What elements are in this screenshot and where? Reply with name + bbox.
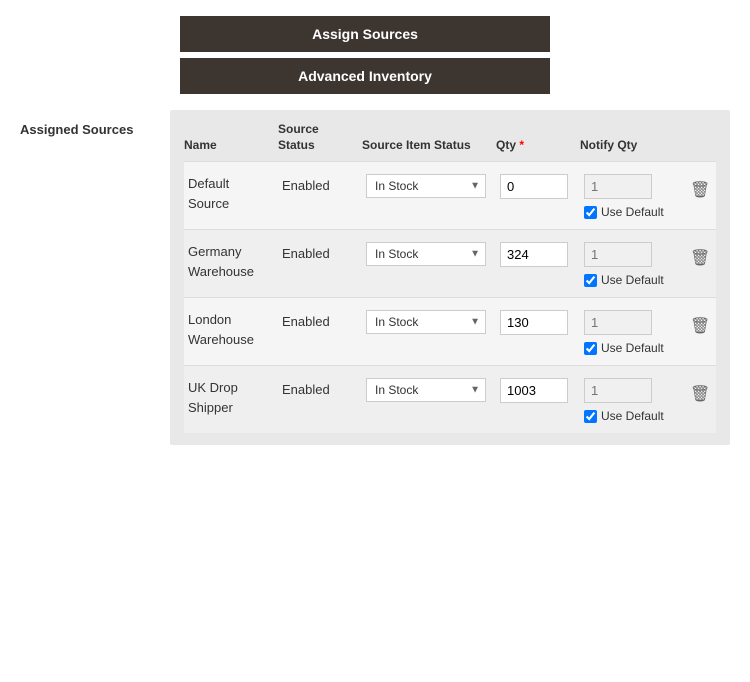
- table-rows-container: DefaultSource Enabled In StockOut of Stock…: [184, 161, 716, 433]
- source-name-line1: Germany: [188, 242, 270, 262]
- qty-input[interactable]: [500, 174, 568, 199]
- delete-source-button[interactable]: 🗑: [688, 312, 710, 340]
- source-status-value: Enabled: [282, 174, 354, 193]
- table-row: DefaultSource Enabled In StockOut of Stock…: [184, 161, 716, 229]
- col-header-notify-qty: Notify Qty: [580, 138, 680, 154]
- table-header: Name Source Status Source Item Status Qt…: [184, 122, 716, 161]
- notify-qty-cell[interactable]: Use Default: [580, 240, 680, 289]
- section-label: Assigned Sources: [20, 110, 170, 445]
- assign-sources-button[interactable]: Assign Sources: [180, 16, 550, 52]
- source-name-line2: Shipper: [188, 398, 270, 418]
- table-row: GermanyWarehouse Enabled In StockOut of St…: [184, 229, 716, 297]
- use-default-label: Use Default: [601, 273, 664, 287]
- source-name-line1: London: [188, 310, 270, 330]
- source-status-cell: Enabled: [278, 172, 358, 195]
- qty-cell[interactable]: [496, 172, 576, 201]
- qty-cell[interactable]: [496, 308, 576, 337]
- use-default-label: Use Default: [601, 341, 664, 355]
- source-name-cell: DefaultSource: [184, 172, 274, 215]
- use-default-checkbox[interactable]: [584, 342, 597, 355]
- delete-source-button[interactable]: 🗑: [688, 244, 710, 272]
- notify-qty-input[interactable]: [584, 310, 652, 335]
- source-item-status-select[interactable]: In StockOut of Stock: [366, 378, 486, 402]
- source-name-line2: Warehouse: [188, 330, 270, 350]
- source-name-cell: GermanyWarehouse: [184, 240, 274, 283]
- use-default-label: Use Default: [601, 409, 664, 423]
- advanced-inventory-button[interactable]: Advanced Inventory: [180, 58, 550, 94]
- source-status-cell: Enabled: [278, 308, 358, 331]
- source-name-line2: Source: [188, 194, 270, 214]
- notify-qty-input[interactable]: [584, 378, 652, 403]
- trash-cell[interactable]: 🗑: [684, 376, 714, 410]
- use-default-container[interactable]: Use Default: [584, 409, 676, 423]
- qty-input[interactable]: [500, 310, 568, 335]
- use-default-checkbox[interactable]: [584, 274, 597, 287]
- delete-source-button[interactable]: 🗑: [688, 380, 710, 408]
- source-name-line1: Default: [188, 174, 270, 194]
- notify-qty-input[interactable]: [584, 174, 652, 199]
- use-default-checkbox[interactable]: [584, 410, 597, 423]
- source-item-status-select[interactable]: In StockOut of Stock: [366, 242, 486, 266]
- table-row: LondonWarehouse Enabled In StockOut of Sto…: [184, 297, 716, 365]
- qty-cell[interactable]: [496, 376, 576, 405]
- notify-qty-cell[interactable]: Use Default: [580, 308, 680, 357]
- sources-table: Name Source Status Source Item Status Qt…: [170, 110, 730, 445]
- col-header-source-item-status: Source Item Status: [362, 138, 492, 154]
- trash-cell[interactable]: 🗑: [684, 308, 714, 342]
- notify-qty-cell[interactable]: Use Default: [580, 172, 680, 221]
- trash-cell[interactable]: 🗑: [684, 172, 714, 206]
- source-status-value: Enabled: [282, 378, 354, 397]
- source-status-cell: Enabled: [278, 240, 358, 263]
- col-header-qty: Qty *: [496, 138, 576, 154]
- source-item-status-cell[interactable]: In StockOut of Stock▼: [362, 240, 492, 268]
- use-default-label: Use Default: [601, 205, 664, 219]
- delete-source-button[interactable]: 🗑: [688, 176, 710, 204]
- source-item-status-cell[interactable]: In StockOut of Stock▼: [362, 376, 492, 404]
- col-header-name: Name: [184, 138, 274, 154]
- table-row: UK DropShipper Enabled In StockOut of Stoc…: [184, 365, 716, 433]
- col-header-source-status: Source Status: [278, 122, 358, 153]
- source-status-value: Enabled: [282, 310, 354, 329]
- source-item-status-cell[interactable]: In StockOut of Stock▼: [362, 308, 492, 336]
- source-status-value: Enabled: [282, 242, 354, 261]
- source-name-cell: LondonWarehouse: [184, 308, 274, 351]
- source-name-line1: UK Drop: [188, 378, 270, 398]
- source-status-cell: Enabled: [278, 376, 358, 399]
- use-default-container[interactable]: Use Default: [584, 341, 676, 355]
- qty-input[interactable]: [500, 242, 568, 267]
- use-default-container[interactable]: Use Default: [584, 205, 676, 219]
- notify-qty-cell[interactable]: Use Default: [580, 376, 680, 425]
- source-item-status-cell[interactable]: In StockOut of Stock▼: [362, 172, 492, 200]
- notify-qty-input[interactable]: [584, 242, 652, 267]
- source-name-cell: UK DropShipper: [184, 376, 274, 419]
- trash-cell[interactable]: 🗑: [684, 240, 714, 274]
- source-item-status-select[interactable]: In StockOut of Stock: [366, 174, 486, 198]
- use-default-checkbox[interactable]: [584, 206, 597, 219]
- qty-input[interactable]: [500, 378, 568, 403]
- source-name-line2: Warehouse: [188, 262, 270, 282]
- qty-cell[interactable]: [496, 240, 576, 269]
- qty-required-star: *: [519, 138, 524, 152]
- use-default-container[interactable]: Use Default: [584, 273, 676, 287]
- source-item-status-select[interactable]: In StockOut of Stock: [366, 310, 486, 334]
